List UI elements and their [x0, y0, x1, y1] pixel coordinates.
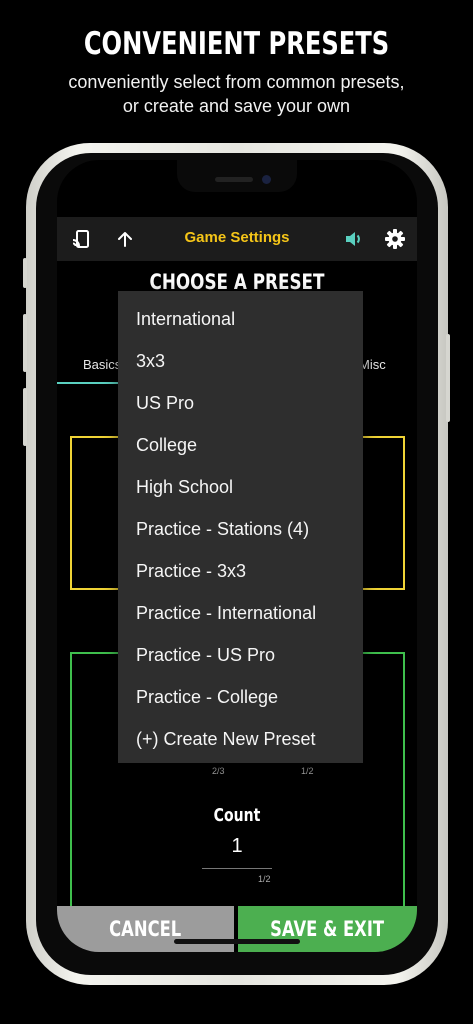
- count-fraction: 1/2: [258, 874, 271, 884]
- bottom-action-bar: CANCEL SAVE & EXIT: [57, 906, 417, 952]
- app-screen: Game Settings CHOOSE A PRESET Basics Mis…: [57, 160, 417, 952]
- home-indicator: [174, 939, 300, 944]
- preset-option-practice-3x3[interactable]: Practice - 3x3: [136, 550, 246, 592]
- front-camera: [262, 175, 271, 184]
- count-label: Count: [213, 805, 261, 826]
- create-new-preset-option[interactable]: (+) Create New Preset: [136, 718, 316, 760]
- tab-misc[interactable]: Misc: [359, 357, 386, 372]
- preset-option-practice-international[interactable]: Practice - International: [136, 592, 316, 634]
- preset-option-international[interactable]: International: [136, 298, 235, 340]
- promo-headline: CONVENIENT PRESETS: [83, 26, 390, 62]
- preset-option-high-school[interactable]: High School: [136, 466, 233, 508]
- preset-option-practice-stations[interactable]: Practice - Stations (4): [136, 508, 309, 550]
- preset-option-practice-us-pro[interactable]: Practice - US Pro: [136, 634, 275, 676]
- cancel-button-label: CANCEL: [109, 917, 182, 941]
- top-bar: Game Settings: [57, 217, 417, 261]
- speaker-grille: [215, 177, 253, 182]
- preset-option-practice-college[interactable]: Practice - College: [136, 676, 278, 718]
- fraction-right: 1/2: [301, 766, 314, 776]
- phone-volume-down-button: [23, 388, 27, 446]
- promo-subtitle-line-1: conveniently select from common presets,: [68, 72, 405, 92]
- volume-icon[interactable]: [342, 227, 366, 251]
- preset-option-college[interactable]: College: [136, 424, 197, 466]
- preset-dropdown-menu: International 3x3 US Pro College High Sc…: [118, 291, 363, 763]
- phone-volume-up-button: [23, 314, 27, 372]
- promo-subtitle-line-2: or create and save your own: [122, 96, 351, 116]
- cancel-button[interactable]: CANCEL: [57, 906, 234, 952]
- save-button-label: SAVE & EXIT: [270, 917, 385, 941]
- phone-mute-switch: [23, 258, 27, 288]
- preset-option-3x3[interactable]: 3x3: [136, 340, 165, 382]
- settings-gear-icon[interactable]: [383, 227, 407, 251]
- tab-basics[interactable]: Basics: [83, 357, 121, 372]
- fraction-left: 2/3: [212, 766, 225, 776]
- phone-power-button: [446, 334, 450, 422]
- phone-notch: [177, 160, 297, 192]
- count-input-underline: [202, 868, 272, 869]
- save-and-exit-button[interactable]: SAVE & EXIT: [238, 906, 417, 952]
- preset-option-us-pro[interactable]: US Pro: [136, 382, 194, 424]
- count-value-input[interactable]: 1: [57, 835, 417, 858]
